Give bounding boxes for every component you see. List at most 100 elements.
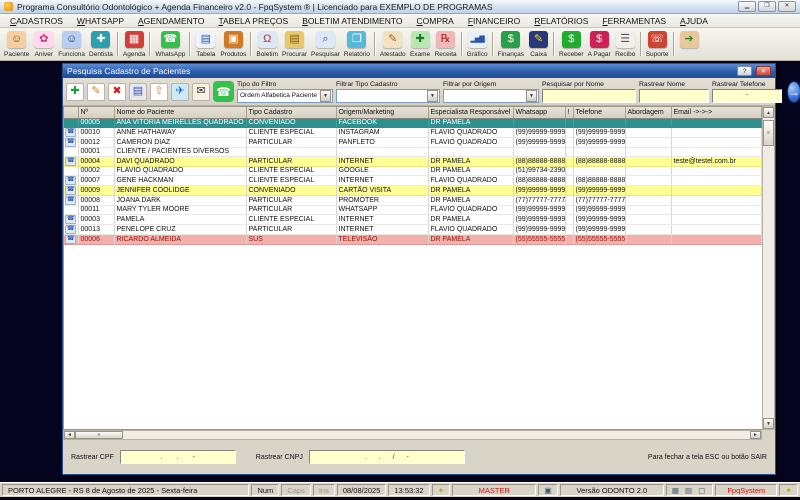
cell-flag [565, 234, 573, 244]
panel-help-button[interactable]: ? [737, 66, 752, 76]
delete-record-button[interactable]: ✖ [108, 81, 126, 102]
table-row[interactable]: ☎00009JENNIFER COOLIDGECONVENIADOCARTÃO … [64, 185, 762, 195]
toolbar-separator [117, 32, 119, 56]
column-header-telefone[interactable]: Telefone [573, 107, 625, 118]
toolbar-button-sair[interactable]: ➔ [677, 29, 702, 59]
toolbar-button-procurar[interactable]: ▤Procurar [280, 29, 309, 59]
edit-record-button[interactable]: ✎ [87, 81, 105, 102]
column-header-flag[interactable]: ! [565, 107, 573, 118]
table-row[interactable]: ☎00007GENE HACKMANCLIENTE ESPECIALINTERN… [64, 175, 762, 185]
phone-icon: ☎ [65, 157, 76, 166]
scroll-up-icon[interactable]: ▲ [763, 107, 774, 118]
menu-item-compra[interactable]: COMPRA [410, 15, 461, 27]
toolbar-button-suporte[interactable]: ☏Suporte [644, 29, 671, 59]
toolbar-button-label: Produtos [220, 51, 246, 58]
toolbar-button-pesquisar[interactable]: ⌕Pesquisar [309, 29, 342, 59]
toolbar-button-tabela[interactable]: ▤Tabela [193, 29, 218, 59]
toolbar-button-funciona[interactable]: ☺Funciona [56, 29, 87, 59]
scroll-right-icon[interactable]: ► [750, 431, 761, 439]
mail-button[interactable]: ✉ [192, 81, 210, 102]
horizontal-scrollbar[interactable]: ◄ ≡ ► [63, 430, 762, 440]
table-row[interactable]: 00001CLIENTE / PACIENTES DIVERSOS [64, 147, 762, 156]
table-row[interactable]: ☎00013PENELOPE CRUZPARTICULARINTERNETFLA… [64, 224, 762, 234]
filter-origem-select[interactable]: ▼ [443, 89, 539, 103]
search-name-input[interactable] [542, 89, 636, 103]
menu-item-ferramentas[interactable]: FERRAMENTAS [595, 15, 673, 27]
menu-item-boletim-atendimento[interactable]: BOLETIM ATENDIMENTO [295, 15, 409, 27]
scroll-track[interactable] [123, 431, 750, 439]
toolbar-button-gra-fico[interactable]: ▂▅▇Gráfico [465, 29, 490, 59]
cell-abordagem [625, 234, 671, 244]
toolbar-button-paciente[interactable]: ☺Paciente [2, 29, 31, 59]
toolbar-button-boletim[interactable]: ΩBoletim [254, 29, 280, 59]
cpf-input[interactable]: . . - [120, 450, 236, 464]
menu-item-whatsapp[interactable]: WHATSAPP [70, 15, 131, 27]
table-row[interactable]: 00011MARY TYLER MOOREPARTICULARWHATSAPPF… [64, 205, 762, 214]
panel-close-button[interactable]: ✕ [756, 66, 771, 76]
cnpj-input[interactable]: . . / - [309, 450, 465, 464]
table-row[interactable]: 00005ANA VITÓRIA MEIRELLES QUADRADOCONVE… [64, 118, 762, 127]
table-row[interactable]: ☎00008JOANA DARKPARTICULARPROMOTERDR PAM… [64, 195, 762, 205]
filter-label: Filtrar por Origem [443, 81, 539, 88]
table-row[interactable]: 00002FLAVIO QUADRADOCLIENTE ESPECIALGOOG… [64, 166, 762, 175]
table-row[interactable]: ☎00004DAVI QUADRADOPARTICULARINTERNETDR … [64, 156, 762, 166]
table-row[interactable]: ☎00010ANNE HATHAWAYCLIENTE ESPECIALINSTA… [64, 127, 762, 137]
toolbar-button-a-pagar[interactable]: $A Pagar [586, 29, 613, 59]
row-icon-cell: ☎ [64, 234, 78, 244]
maximize-button[interactable]: ❐ [758, 1, 776, 12]
cell-especialista: FLAVIO QUADRADO [428, 137, 513, 147]
minimize-button[interactable]: ▁ [738, 1, 756, 12]
horizontal-scroll-thumb[interactable]: ≡ [75, 431, 123, 439]
filter-tipo-cadastro-select[interactable]: ▼ [336, 89, 440, 103]
menu-item-financeiro[interactable]: FINANCEIRO [461, 15, 527, 27]
delete-record-icon: ✖ [108, 83, 126, 101]
refresh-button[interactable]: → [787, 81, 800, 103]
column-header-whatsapp[interactable]: Whatsapp [513, 107, 565, 118]
menu-item-tabela-prec-os[interactable]: TABELA PREÇOS [211, 15, 295, 27]
menu-item-relato-rios[interactable]: RELATÓRIOS [527, 15, 595, 27]
toolbar-button-whatsapp[interactable]: ☎WhatsApp [153, 29, 187, 59]
scroll-left-icon[interactable]: ◄ [64, 431, 75, 439]
toolbar-button-relato-rio[interactable]: ❒Relatório [342, 29, 372, 59]
column-header-num[interactable]: Nº [78, 107, 114, 118]
toolbar-button-label: Paciente [4, 51, 29, 58]
vertical-scroll-thumb[interactable]: ≡ [763, 120, 774, 146]
scroll-down-icon[interactable]: ▼ [763, 418, 774, 429]
print-button[interactable]: ▤ [129, 81, 147, 102]
toolbar-button-receita[interactable]: ℞Receita [433, 29, 459, 59]
column-header-especialista[interactable]: Especialista Responsável [428, 107, 513, 118]
toolbar-button-receber[interactable]: $Receber [557, 29, 586, 59]
vertical-scrollbar[interactable]: ▲ ≡ ▼ [762, 106, 775, 430]
column-header-tipo-cadastro[interactable]: Tipo Cadastro [246, 107, 336, 118]
postcard-button[interactable]: ✈ [171, 81, 189, 102]
toolbar-button-recibo[interactable]: ☰Recibo [613, 29, 638, 59]
menu-item-ajuda[interactable]: AJUDA [673, 15, 715, 27]
toolbar-button-caixa[interactable]: ✎Caixa [526, 29, 551, 59]
add-record-button[interactable]: ✚ [66, 81, 84, 102]
toolbar-button-atestado[interactable]: ✎Atestado [378, 29, 408, 59]
filter-type-select[interactable]: Ordem Alfabetica Paciente▼ [237, 89, 333, 103]
toolbar-button-agenda[interactable]: ▦Agenda [121, 29, 147, 59]
column-header-name[interactable]: Nome do Paciente [114, 107, 246, 118]
column-header-origem[interactable]: Origem/Marketing [336, 107, 428, 118]
whatsapp-filter-button[interactable]: ☎ [213, 81, 234, 102]
toolbar-button-financ-as[interactable]: $Finanças [496, 29, 526, 59]
toolbar-button-produtos[interactable]: ▣Produtos [218, 29, 248, 59]
trace-name-input[interactable] [639, 89, 709, 103]
cell-whatsapp: (99)99999-9999 [513, 127, 565, 137]
table-row[interactable]: ☎00003PAMELACLIENTE ESPECIALINTERNETDR P… [64, 214, 762, 224]
table-row[interactable]: ☎00012CAMERON DIAZPARTICULARPANFLETOFLAV… [64, 137, 762, 147]
cell-origem: INSTAGRAM [336, 127, 428, 137]
toolbar-button-aniver[interactable]: ✿Aniver [31, 29, 56, 59]
export-record-button[interactable]: ⇧ [150, 81, 168, 102]
trace-phone-input[interactable]: - [712, 89, 782, 103]
toolbar-button-label: Finanças [498, 51, 524, 58]
column-header-email[interactable]: Email ->->-> [671, 107, 762, 118]
close-button[interactable]: ✕ [778, 1, 796, 12]
menu-item-cadastros[interactable]: CADASTROS [3, 15, 70, 27]
table-row[interactable]: ☎00006RICARDO ALMEIDASUSTELEVISÃODR PAME… [64, 234, 762, 244]
menu-item-agendamento[interactable]: AGENDAMENTO [131, 15, 211, 27]
toolbar-button-exame[interactable]: ✚Exame [408, 29, 433, 59]
toolbar-button-dentista[interactable]: ✚Dentista [87, 29, 115, 59]
column-header-abordagem[interactable]: Abordagem [625, 107, 671, 118]
